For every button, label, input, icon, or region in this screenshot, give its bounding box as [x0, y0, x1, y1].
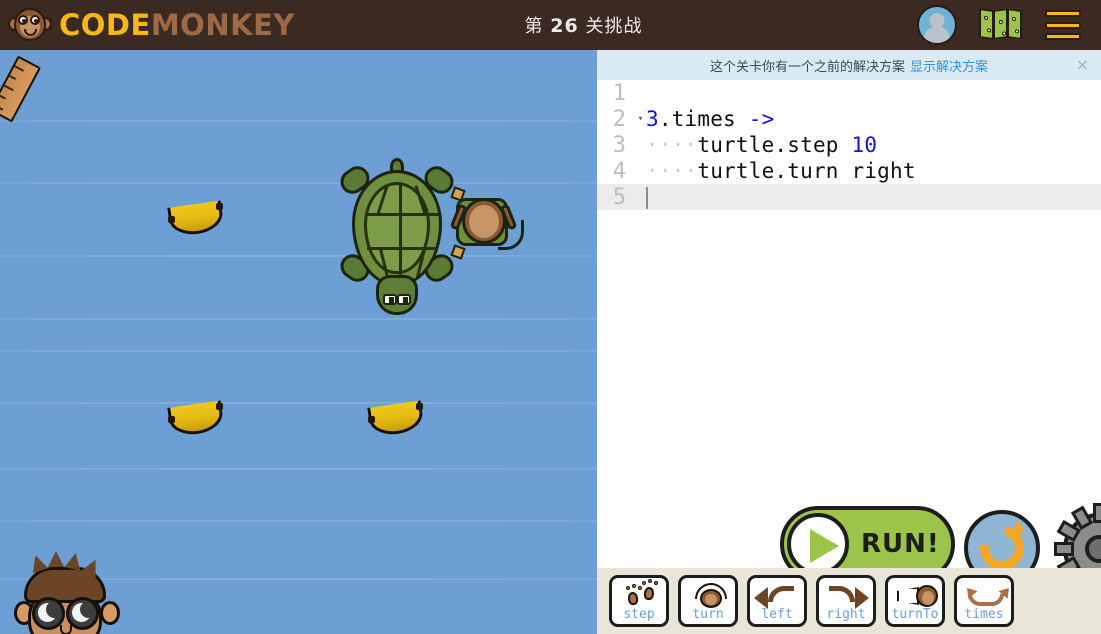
monkey-player-sprite[interactable]: [8, 551, 126, 634]
monkey-rider-sprite[interactable]: [448, 178, 524, 268]
line-number: 1: [612, 80, 626, 106]
page-title: 第 26 关挑战: [250, 12, 917, 38]
title-level-number: 26: [550, 15, 579, 37]
play-icon: [787, 513, 849, 575]
code-line[interactable]: 2 ▾ 3.times ->: [597, 106, 1101, 132]
footprints-icon: [612, 579, 666, 609]
arrow-curve-right-icon: [819, 581, 873, 609]
command-button-label: step: [623, 607, 655, 622]
monkey-face-icon: [8, 5, 52, 45]
code-line-text: ····turtle.turn right: [646, 159, 916, 183]
command-toolbar: step turn left right turnTo times: [597, 568, 1101, 634]
command-button-turn[interactable]: turn: [678, 575, 738, 627]
header-icons: [917, 5, 1101, 45]
text-cursor: [646, 187, 648, 209]
turn-to-target-icon: [888, 581, 942, 609]
code-line[interactable]: 4 ····turtle.turn right: [597, 158, 1101, 184]
close-icon[interactable]: ×: [1076, 57, 1089, 73]
code-line[interactable]: 3 ····turtle.step 10: [597, 132, 1101, 158]
logo[interactable]: CODEMONKEY: [0, 5, 294, 45]
codemonkey-app: CODEMONKEY 第 26 关挑战 这个关卡你有一个之前的解决方案 显示解决…: [0, 0, 1101, 634]
notification-bar: 这个关卡你有一个之前的解决方案 显示解决方案 ×: [597, 50, 1101, 80]
command-button-times[interactable]: times: [954, 575, 1014, 627]
line-number: 5: [612, 184, 626, 210]
command-button-label: turnTo: [891, 607, 939, 622]
code-line-text: 3.times ->: [646, 107, 775, 131]
command-button-label: left: [761, 607, 793, 622]
banana-collectible[interactable]: [167, 200, 225, 238]
arrow-curve-left-icon: [750, 581, 804, 609]
line-number: 4: [612, 158, 626, 184]
logo-text-code: CODE: [59, 8, 151, 42]
code-line-text: [635, 185, 648, 209]
notification-text: 这个关卡你有一个之前的解决方案: [709, 59, 905, 75]
command-button-step[interactable]: step: [609, 575, 669, 627]
code-panel: 这个关卡你有一个之前的解决方案 显示解决方案 × 1 2 ▾ 3.times -> 3 ·…: [597, 50, 1101, 634]
show-solution-link[interactable]: 显示解决方案: [910, 56, 988, 75]
turtle-sprite[interactable]: [335, 148, 459, 315]
fold-toggle-icon[interactable]: ▾: [636, 114, 645, 124]
command-button-label: turn: [692, 607, 724, 622]
command-button-left[interactable]: left: [747, 575, 807, 627]
banana-collectible[interactable]: [167, 400, 225, 438]
line-number: 3: [612, 132, 626, 158]
code-line-text: ····turtle.step 10: [646, 133, 878, 157]
title-prefix: 第: [524, 16, 544, 37]
water-background: [0, 50, 597, 634]
command-button-label: times: [964, 607, 1004, 622]
line-number: 2: [612, 106, 626, 132]
title-suffix: 关挑战: [585, 16, 643, 37]
command-button-right[interactable]: right: [816, 575, 876, 627]
command-button-turnto[interactable]: turnTo: [885, 575, 945, 627]
command-button-label: right: [826, 607, 866, 622]
map-icon[interactable]: [979, 7, 1023, 41]
monkey-turn-icon: [681, 581, 735, 609]
loop-arrows-icon: [957, 581, 1014, 609]
app-header: CODEMONKEY 第 26 关挑战: [0, 0, 1101, 50]
code-line[interactable]: 5: [597, 184, 1101, 210]
user-avatar-icon[interactable]: [917, 5, 957, 45]
run-button-label: RUN!: [861, 529, 940, 559]
hamburger-menu-icon[interactable]: [1045, 10, 1081, 40]
game-canvas[interactable]: [0, 50, 597, 634]
banana-collectible[interactable]: [367, 400, 425, 438]
code-line[interactable]: 1: [597, 80, 1101, 106]
